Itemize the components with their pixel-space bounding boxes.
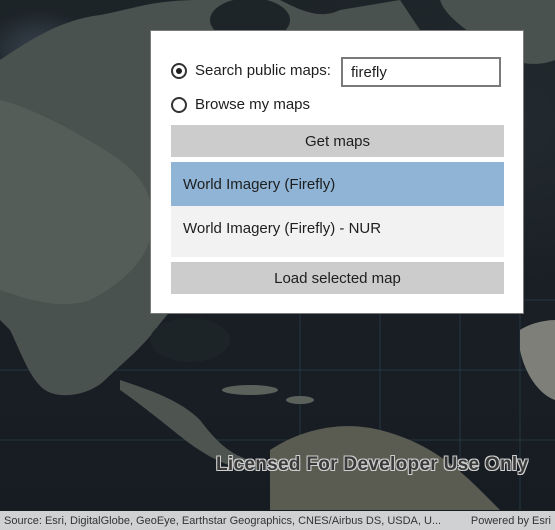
browse-my-maps-option[interactable]: Browse my maps	[171, 96, 310, 113]
map-picker-panel: Search public maps: Browse my maps Get m…	[150, 30, 524, 314]
map-title: World Imagery (Firefly)	[183, 175, 336, 193]
attribution-bar: Source: Esri, DigitalGlobe, GeoEye, Eart…	[0, 511, 555, 530]
search-input[interactable]	[341, 57, 501, 87]
list-item[interactable]: World Imagery (Firefly)	[171, 162, 504, 206]
list-item[interactable]: World Imagery (Firefly) - NUR	[171, 206, 504, 250]
browse-my-maps-radio[interactable]	[171, 96, 187, 113]
search-public-label: Search public maps:	[195, 62, 331, 79]
map-title: World Imagery (Firefly) - NUR	[183, 219, 382, 237]
browse-my-maps-label: Browse my maps	[195, 96, 311, 113]
attribution-source: Source: Esri, DigitalGlobe, GeoEye, Eart…	[4, 514, 442, 527]
maps-list[interactable]: World Imagery (Firefly) World Imagery (F…	[171, 162, 504, 257]
search-public-radio[interactable]	[171, 62, 187, 79]
developer-watermark: Licensed For Developer Use Only	[216, 454, 529, 475]
get-maps-button[interactable]: Get maps	[171, 125, 504, 157]
powered-by-label[interactable]: Powered by Esri	[471, 515, 551, 527]
search-public-option[interactable]: Search public maps:	[171, 62, 331, 79]
load-selected-map-button[interactable]: Load selected map	[171, 262, 504, 294]
